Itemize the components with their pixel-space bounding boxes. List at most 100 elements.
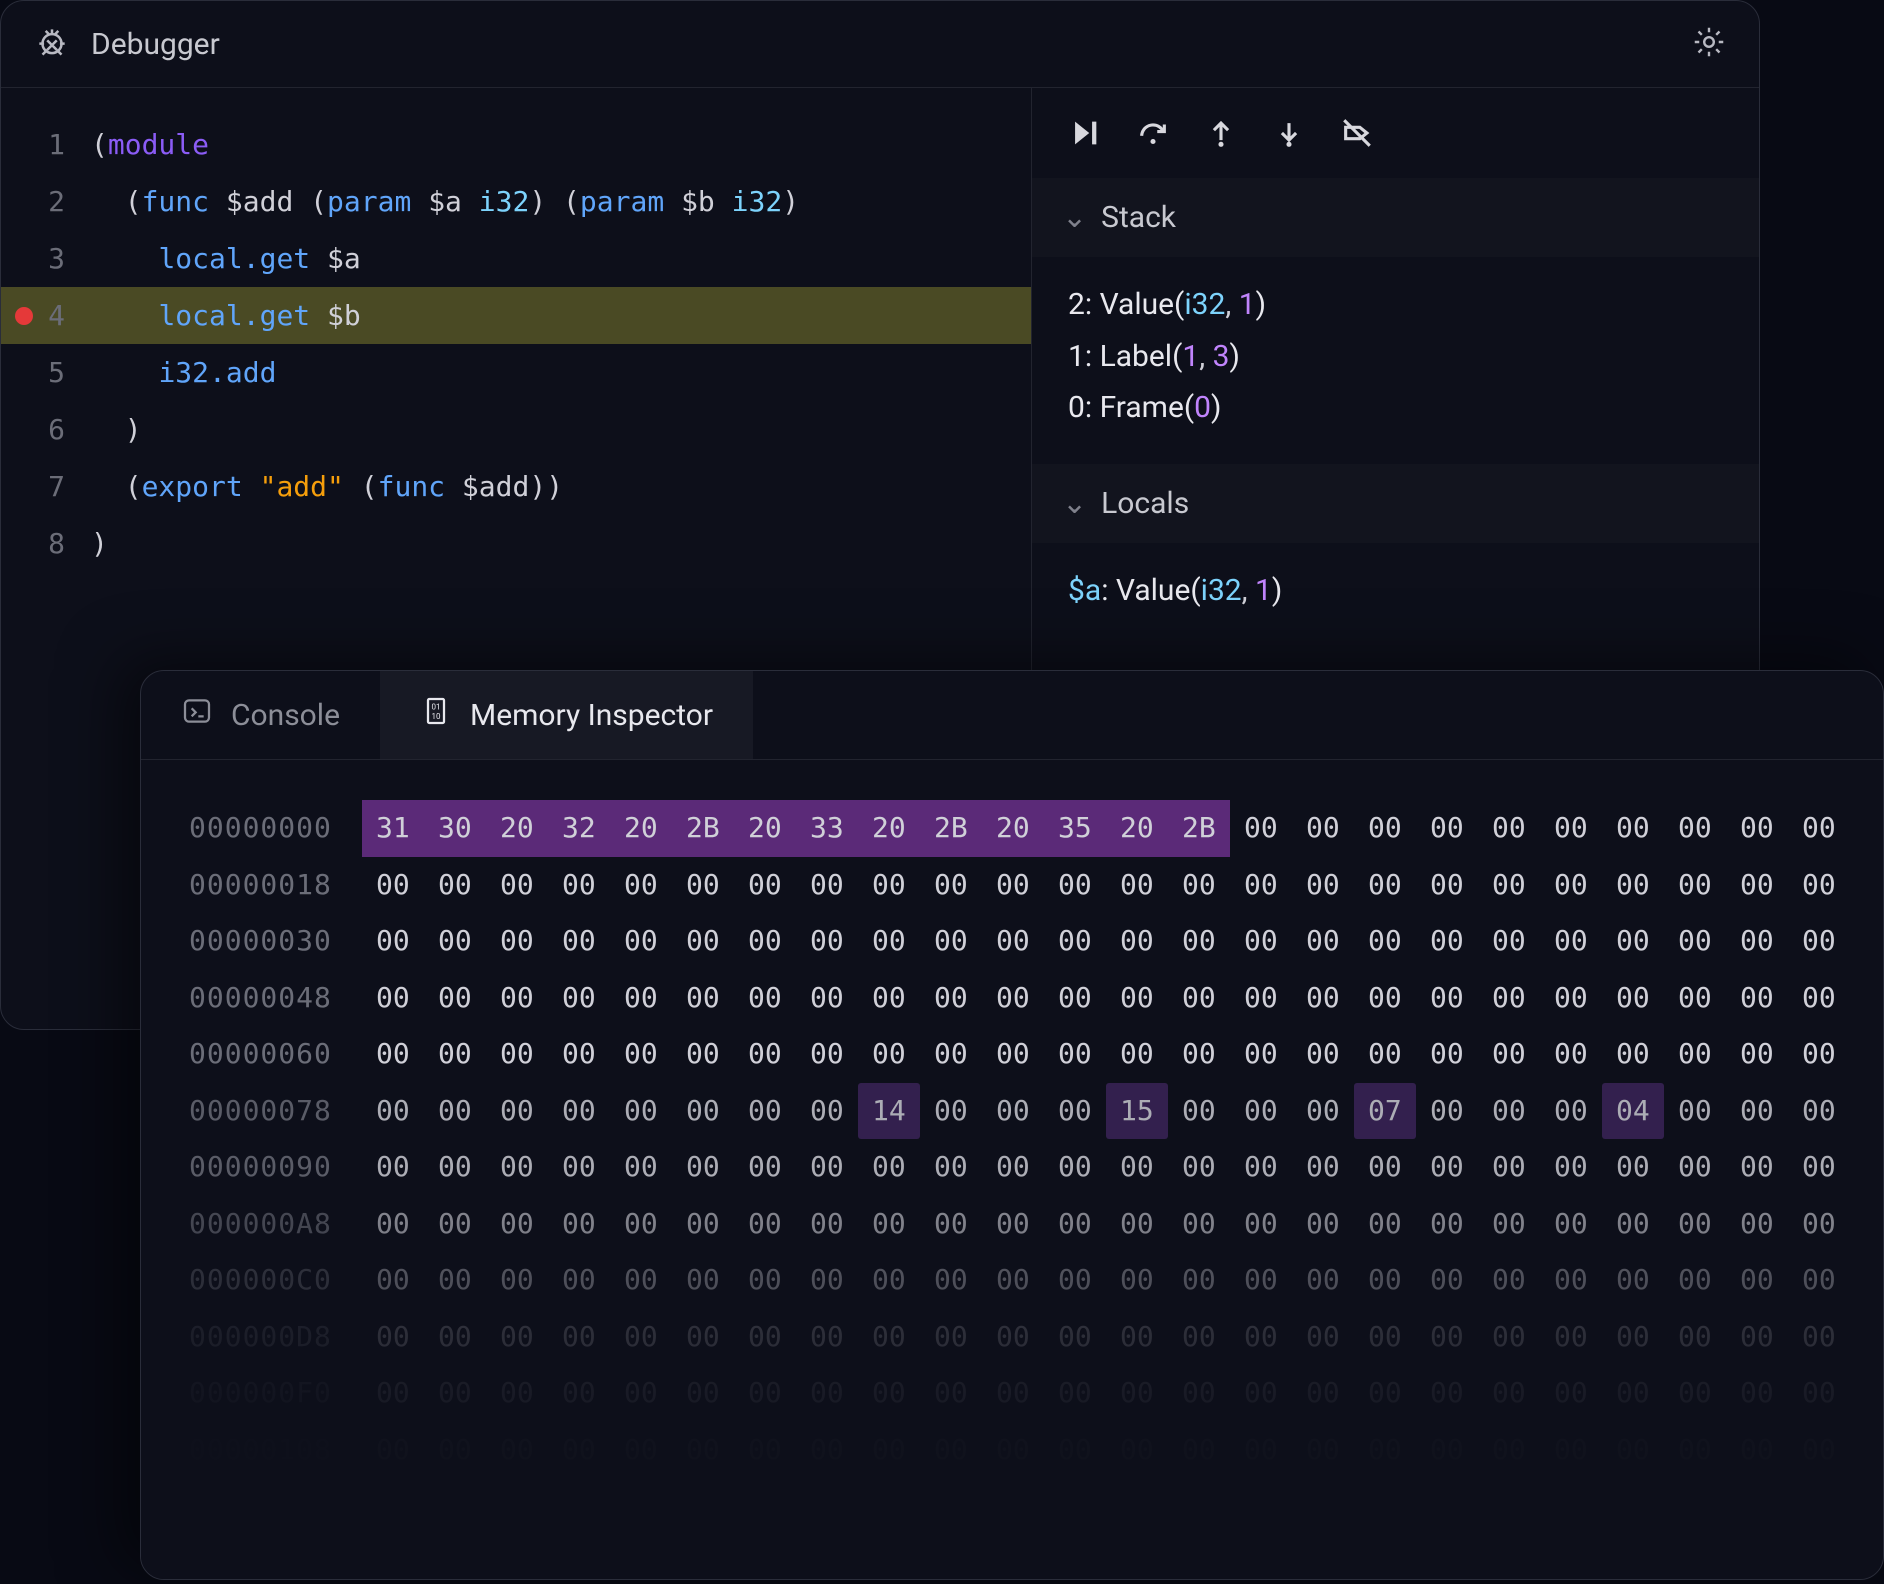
hex-byte[interactable]: 00 <box>1230 913 1292 970</box>
hex-byte[interactable]: 00 <box>1416 1083 1478 1140</box>
hex-byte[interactable]: 00 <box>734 1083 796 1140</box>
hex-byte[interactable]: 00 <box>610 1196 672 1253</box>
hex-byte[interactable]: 00 <box>1106 1309 1168 1366</box>
hex-byte[interactable]: 00 <box>1292 1252 1354 1309</box>
hex-byte[interactable]: 00 <box>1416 857 1478 914</box>
hex-byte[interactable]: 00 <box>672 1365 734 1422</box>
hex-byte[interactable]: 00 <box>982 1309 1044 1366</box>
hex-byte[interactable]: 00 <box>1230 1309 1292 1366</box>
hex-byte[interactable]: 00 <box>1168 1309 1230 1366</box>
memory-hex-view[interactable]: 0000000031302032202B2033202B2035202B0000… <box>141 760 1883 1519</box>
hex-byte[interactable]: 00 <box>734 970 796 1027</box>
hex-byte[interactable]: 00 <box>486 913 548 970</box>
hex-byte[interactable]: 00 <box>1726 1252 1788 1309</box>
hex-byte[interactable]: 00 <box>1540 970 1602 1027</box>
hex-byte[interactable]: 00 <box>1788 1196 1850 1253</box>
hex-byte[interactable]: 00 <box>1602 857 1664 914</box>
hex-byte[interactable]: 00 <box>1292 857 1354 914</box>
hex-byte[interactable]: 00 <box>1292 1139 1354 1196</box>
hex-byte[interactable]: 00 <box>858 857 920 914</box>
hex-byte[interactable]: 00 <box>548 1422 610 1479</box>
hex-byte[interactable]: 00 <box>1664 970 1726 1027</box>
hex-byte[interactable]: 00 <box>1168 1422 1230 1479</box>
hex-byte[interactable]: 15 <box>1106 1083 1168 1140</box>
code-line[interactable]: 8) <box>1 515 1031 572</box>
hex-byte[interactable]: 00 <box>548 970 610 1027</box>
hex-byte[interactable]: 00 <box>672 1309 734 1366</box>
hex-row[interactable]: 000000D800000000000000000000000000000000… <box>189 1309 1835 1366</box>
hex-byte[interactable]: 00 <box>1354 1139 1416 1196</box>
hex-byte[interactable]: 00 <box>982 1365 1044 1422</box>
hex-byte[interactable]: 00 <box>1664 857 1726 914</box>
hex-byte[interactable]: 00 <box>920 1309 982 1366</box>
gutter[interactable]: 4 <box>1 299 91 332</box>
hex-byte[interactable]: 00 <box>858 970 920 1027</box>
hex-byte[interactable]: 00 <box>1044 1083 1106 1140</box>
hex-byte[interactable]: 00 <box>362 1309 424 1366</box>
hex-byte[interactable]: 00 <box>1664 1365 1726 1422</box>
hex-byte[interactable]: 00 <box>486 1252 548 1309</box>
hex-row[interactable]: 0000000031302032202B2033202B2035202B0000… <box>189 800 1835 857</box>
hex-byte[interactable]: 00 <box>486 1026 548 1083</box>
hex-byte[interactable]: 00 <box>796 1139 858 1196</box>
hex-byte[interactable]: 00 <box>1602 1309 1664 1366</box>
hex-byte[interactable]: 00 <box>796 1196 858 1253</box>
hex-byte[interactable]: 00 <box>982 913 1044 970</box>
hex-byte[interactable]: 00 <box>610 1365 672 1422</box>
hex-byte[interactable]: 00 <box>1354 1309 1416 1366</box>
hex-byte[interactable]: 00 <box>486 1422 548 1479</box>
hex-byte[interactable]: 00 <box>362 1196 424 1253</box>
hex-byte[interactable]: 00 <box>1602 1139 1664 1196</box>
hex-byte[interactable]: 00 <box>1044 1139 1106 1196</box>
hex-byte[interactable]: 00 <box>1292 1026 1354 1083</box>
hex-byte[interactable]: 00 <box>1478 1083 1540 1140</box>
hex-byte[interactable]: 31 <box>362 800 424 857</box>
code-line[interactable]: 5 i32.add <box>1 344 1031 401</box>
resume-button[interactable] <box>1068 116 1102 154</box>
hex-row[interactable]: 0000009000000000000000000000000000000000… <box>189 1139 1835 1196</box>
hex-byte[interactable]: 00 <box>424 1083 486 1140</box>
stack-item[interactable]: 1: Label(1, 3) <box>1068 331 1723 383</box>
hex-byte[interactable]: 00 <box>1292 1196 1354 1253</box>
hex-byte[interactable]: 00 <box>858 1196 920 1253</box>
hex-byte[interactable]: 00 <box>610 1083 672 1140</box>
hex-byte[interactable]: 00 <box>548 1309 610 1366</box>
hex-byte[interactable]: 00 <box>1354 1026 1416 1083</box>
hex-byte[interactable]: 00 <box>1230 1026 1292 1083</box>
hex-byte[interactable]: 00 <box>362 1365 424 1422</box>
hex-byte[interactable]: 00 <box>1726 1083 1788 1140</box>
hex-byte[interactable]: 00 <box>424 1365 486 1422</box>
hex-byte[interactable]: 00 <box>1168 1026 1230 1083</box>
locals-section-header[interactable]: ⌄ Locals <box>1032 464 1759 543</box>
hex-byte[interactable]: 00 <box>424 913 486 970</box>
hex-byte[interactable]: 00 <box>1106 1026 1168 1083</box>
hex-byte[interactable]: 00 <box>920 1083 982 1140</box>
tab-memory[interactable]: 0110Memory Inspector <box>380 671 753 759</box>
gutter[interactable]: 6 <box>1 413 91 446</box>
hex-byte[interactable]: 00 <box>1540 1252 1602 1309</box>
step-out-button[interactable] <box>1204 116 1238 154</box>
hex-byte[interactable]: 32 <box>548 800 610 857</box>
hex-byte[interactable]: 00 <box>1540 1422 1602 1479</box>
hex-byte[interactable]: 00 <box>734 1422 796 1479</box>
hex-row[interactable]: 0000006000000000000000000000000000000000… <box>189 1026 1835 1083</box>
hex-byte[interactable]: 00 <box>1602 1026 1664 1083</box>
hex-byte[interactable]: 00 <box>424 970 486 1027</box>
hex-byte[interactable]: 20 <box>858 800 920 857</box>
hex-byte[interactable]: 00 <box>1044 857 1106 914</box>
gutter[interactable]: 5 <box>1 356 91 389</box>
hex-byte[interactable]: 00 <box>548 1365 610 1422</box>
hex-byte[interactable]: 00 <box>1788 1083 1850 1140</box>
hex-byte[interactable]: 00 <box>1602 800 1664 857</box>
gutter[interactable]: 8 <box>1 527 91 560</box>
hex-byte[interactable]: 00 <box>1664 1083 1726 1140</box>
hex-byte[interactable]: 00 <box>1416 1026 1478 1083</box>
hex-byte[interactable]: 00 <box>1044 1252 1106 1309</box>
hex-byte[interactable]: 00 <box>672 1252 734 1309</box>
hex-byte[interactable]: 00 <box>982 1083 1044 1140</box>
code-line[interactable]: 6 ) <box>1 401 1031 458</box>
hex-byte[interactable]: 00 <box>1664 800 1726 857</box>
hex-byte[interactable]: 00 <box>1726 1026 1788 1083</box>
hex-byte[interactable]: 00 <box>1478 1309 1540 1366</box>
hex-byte[interactable]: 00 <box>920 913 982 970</box>
